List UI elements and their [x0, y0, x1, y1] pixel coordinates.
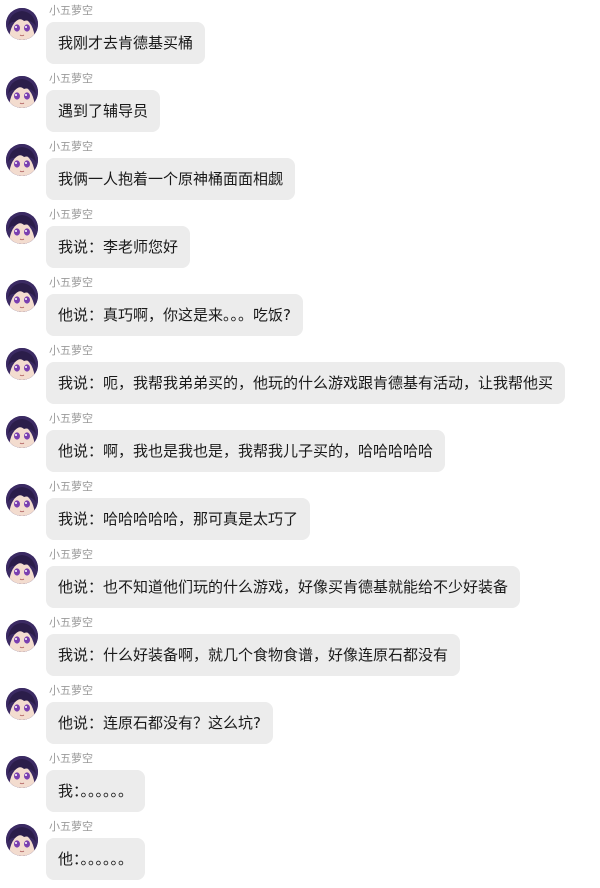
sender-name: 小五萝空: [49, 208, 93, 221]
chat-message: 小五萝空 他说：啊，我也是我也是，我帮我儿子买的，哈哈哈哈哈: [0, 412, 600, 480]
sender-name: 小五萝空: [49, 276, 93, 289]
chat-message: 小五萝空 他说：真巧啊，你这是来。。。吃饭?: [0, 276, 600, 344]
chat-message: 小五萝空 我俩一人抱着一个原神桶面面相觑: [0, 140, 600, 208]
sender-name: 小五萝空: [49, 140, 93, 153]
message-bubble: 他说：真巧啊，你这是来。。。吃饭?: [46, 294, 303, 336]
chat-message: 小五萝空 我刚才去肯德基买桶: [0, 4, 600, 72]
anime-girl-avatar-icon[interactable]: [6, 76, 38, 108]
message-bubble: 他说：啊，我也是我也是，我帮我儿子买的，哈哈哈哈哈: [46, 430, 446, 472]
sender-name: 小五萝空: [49, 412, 93, 425]
anime-girl-avatar-icon[interactable]: [6, 212, 38, 244]
sender-name: 小五萝空: [49, 616, 93, 629]
chat-message: 小五萝空 他：。。。。。。: [0, 820, 600, 888]
chat-message: 小五萝空 我说：哈哈哈哈哈，那可真是太巧了: [0, 480, 600, 548]
anime-girl-avatar-icon[interactable]: [6, 144, 38, 176]
anime-girl-avatar-icon[interactable]: [6, 8, 38, 40]
message-bubble: 他：。。。。。。: [46, 838, 146, 880]
chat-message: 小五萝空 我说：呃，我帮我弟弟买的，他玩的什么游戏跟肯德基有活动，让我帮他买: [0, 344, 600, 412]
sender-name: 小五萝空: [49, 752, 93, 765]
sender-name: 小五萝空: [49, 480, 93, 493]
anime-girl-avatar-icon[interactable]: [6, 552, 38, 584]
sender-name: 小五萝空: [49, 548, 93, 561]
anime-girl-avatar-icon[interactable]: [6, 348, 38, 380]
chat-message: 小五萝空 我说：李老师您好: [0, 208, 600, 276]
message-bubble: 我说：呃，我帮我弟弟买的，他玩的什么游戏跟肯德基有活动，让我帮他买: [46, 362, 566, 404]
sender-name: 小五萝空: [49, 684, 93, 697]
anime-girl-avatar-icon[interactable]: [6, 416, 38, 448]
message-bubble: 遇到了辅导员: [46, 90, 161, 132]
sender-name: 小五萝空: [49, 820, 93, 833]
message-bubble: 我说：哈哈哈哈哈，那可真是太巧了: [46, 498, 311, 540]
message-bubble: 我说：什么好装备啊，就几个食物食谱，好像连原石都没有: [46, 634, 461, 676]
anime-girl-avatar-icon[interactable]: [6, 484, 38, 516]
message-bubble: 我刚才去肯德基买桶: [46, 22, 206, 64]
chat-message: 小五萝空 他说：连原石都没有？这么坑?: [0, 684, 600, 752]
message-bubble: 我：。。。。。。: [46, 770, 146, 812]
anime-girl-avatar-icon[interactable]: [6, 280, 38, 312]
chat-log: 小五萝空 我刚才去肯德基买桶 小五萝空 遇到了辅导员 小五萝空 我俩一人抱着一个…: [0, 0, 600, 880]
anime-girl-avatar-icon[interactable]: [6, 688, 38, 720]
message-bubble: 我俩一人抱着一个原神桶面面相觑: [46, 158, 296, 200]
message-bubble: 我说：李老师您好: [46, 226, 191, 268]
sender-name: 小五萝空: [49, 344, 93, 357]
chat-message: 小五萝空 他说：也不知道他们玩的什么游戏，好像买肯德基就能给不少好装备: [0, 548, 600, 616]
sender-name: 小五萝空: [49, 4, 93, 17]
chat-message: 小五萝空 遇到了辅导员: [0, 72, 600, 140]
message-bubble: 他说：连原石都没有？这么坑?: [46, 702, 273, 744]
anime-girl-avatar-icon[interactable]: [6, 824, 38, 856]
sender-name: 小五萝空: [49, 72, 93, 85]
chat-message: 小五萝空 我：。。。。。。: [0, 752, 600, 820]
chat-message: 小五萝空 我说：什么好装备啊，就几个食物食谱，好像连原石都没有: [0, 616, 600, 684]
message-bubble: 他说：也不知道他们玩的什么游戏，好像买肯德基就能给不少好装备: [46, 566, 521, 608]
anime-girl-avatar-icon[interactable]: [6, 620, 38, 652]
anime-girl-avatar-icon[interactable]: [6, 756, 38, 788]
